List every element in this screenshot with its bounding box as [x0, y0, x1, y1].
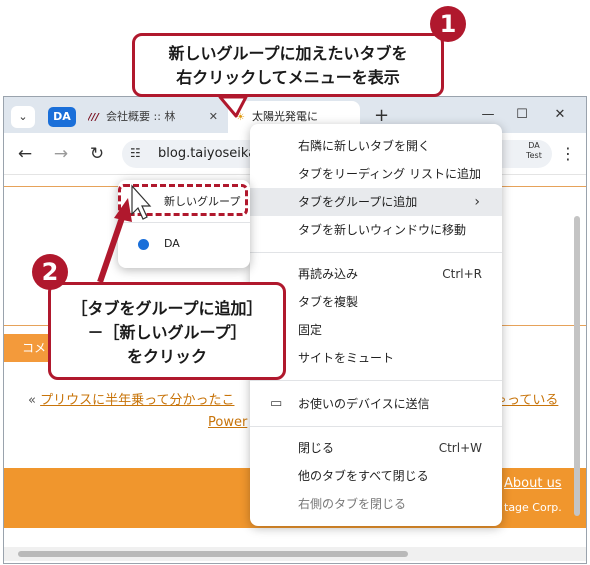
callout1-line1: 新しいグループに加えたいタブを	[168, 44, 408, 63]
prev-arrow: «	[28, 393, 36, 408]
tab-company[interactable]: /// 会社概要 :: 林 ✕	[88, 101, 224, 133]
menu-close-tabs-right[interactable]: 右側のタブを閉じる	[250, 490, 502, 518]
chevron-down-icon: ⌄	[18, 110, 28, 123]
laptop-icon: ▭	[270, 396, 283, 411]
more-menu-icon[interactable]: ⋮	[560, 141, 576, 167]
menu-duplicate[interactable]: タブを複製	[250, 288, 502, 316]
menu-item-label: お使いのデバイスに送信	[298, 397, 430, 411]
callout2-line2: －［新しいグループ］	[87, 323, 247, 342]
about-us-link[interactable]: About us	[504, 476, 562, 491]
menu-move-to-new-window[interactable]: タブを新しいウィンドウに移動	[250, 216, 502, 244]
maximize-icon[interactable]: ☐	[512, 103, 532, 127]
profile-line1: DA	[528, 141, 540, 150]
back-icon[interactable]: ←	[12, 141, 38, 167]
menu-shortcut: Ctrl+R	[442, 267, 482, 281]
submenu-group-label: DA	[164, 237, 180, 250]
menu-add-to-reading-list[interactable]: タブをリーディング リストに追加	[250, 160, 502, 188]
callout-step-1: 新しいグループに加えたいタブを 右クリックしてメニューを表示	[132, 33, 444, 97]
company-logo-icon: ///	[88, 112, 99, 123]
profile-line2: Test	[526, 151, 542, 160]
menu-add-tab-to-group[interactable]: タブをグループに追加 ›	[250, 188, 502, 216]
next-post-link[interactable]: ゃっている	[494, 390, 558, 412]
menu-divider	[250, 380, 502, 381]
scrollbar-thumb[interactable]	[18, 551, 408, 557]
step-badge-1: 1	[430, 6, 466, 42]
submenu-group-da[interactable]: DA	[118, 230, 250, 258]
step-badge-2: 2	[32, 254, 68, 290]
chevron-right-icon: ›	[474, 194, 480, 210]
menu-send-to-devices[interactable]: ▭ お使いのデバイスに送信	[250, 390, 502, 418]
reload-icon[interactable]: ↻	[84, 141, 110, 167]
tab-group-chip[interactable]: DA	[48, 107, 76, 127]
menu-divider	[250, 252, 502, 253]
forward-icon[interactable]: →	[48, 141, 74, 167]
menu-item-label: 閉じる	[298, 441, 335, 455]
tab-context-menu: 右隣に新しいタブを開く タブをリーディング リストに追加 タブをグループに追加 …	[250, 124, 502, 526]
submenu-divider	[118, 222, 250, 223]
callout2-line3: をクリック	[126, 347, 207, 366]
close-icon[interactable]: ✕	[209, 101, 218, 133]
callout1-line2: 右クリックしてメニューを表示	[176, 68, 400, 87]
highlight-box	[118, 184, 248, 216]
menu-mute-site[interactable]: サイトをミュート	[250, 344, 502, 372]
menu-item-label: タブをグループに追加	[298, 195, 418, 209]
menu-close[interactable]: 閉じる Ctrl+W	[250, 434, 502, 462]
prev-post-link[interactable]: « プリウスに半年乗って分かったこ	[28, 390, 234, 412]
tab-search-button[interactable]: ⌄	[11, 106, 35, 128]
vertical-scrollbar[interactable]	[574, 216, 580, 516]
menu-divider	[250, 426, 502, 427]
site-info-icon[interactable]: ☷	[130, 146, 141, 160]
powered-by-link[interactable]: Power	[208, 412, 247, 434]
copyright-text: tage Corp.	[504, 501, 562, 514]
window-close-icon[interactable]: ✕	[550, 103, 570, 127]
prev-link-text: プリウスに半年乗って分かったこ	[40, 393, 235, 408]
menu-shortcut: Ctrl+W	[438, 441, 482, 455]
profile-avatar[interactable]: DA Test	[524, 141, 544, 161]
horizontal-scrollbar[interactable]	[4, 547, 586, 561]
menu-reload[interactable]: 再読み込み Ctrl+R	[250, 260, 502, 288]
url-text: blog.taiyoseika	[158, 146, 257, 161]
menu-open-new-tab-right[interactable]: 右隣に新しいタブを開く	[250, 132, 502, 160]
group-color-dot	[138, 239, 149, 250]
callout-step-2: ［タブをグループに追加］ －［新しいグループ］ をクリック	[48, 282, 286, 380]
menu-close-other-tabs[interactable]: 他のタブをすべて閉じる	[250, 462, 502, 490]
callout2-line1: ［タブをグループに追加］	[71, 299, 263, 318]
menu-pin[interactable]: 固定	[250, 316, 502, 344]
tab-title: 会社概要 :: 林	[106, 110, 176, 123]
menu-item-label: 再読み込み	[298, 267, 359, 281]
tab-title: 太陽光発電に	[252, 110, 318, 123]
